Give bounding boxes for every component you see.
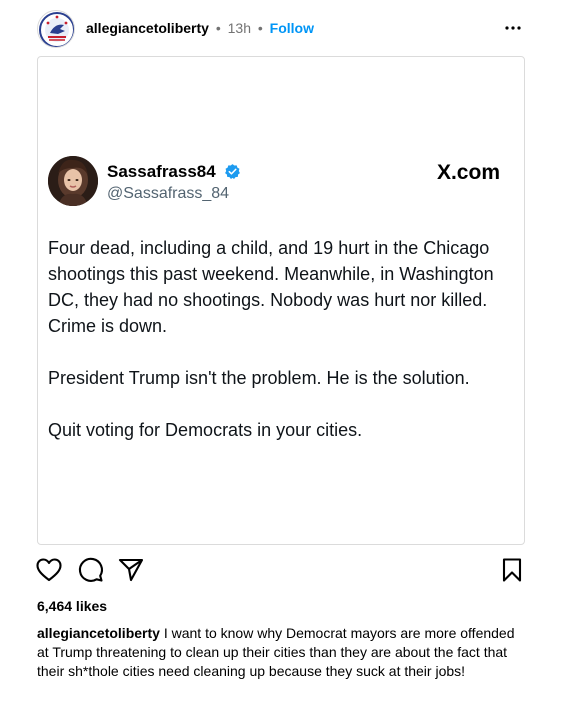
follow-button[interactable]: Follow: [270, 20, 314, 36]
author-username[interactable]: allegiancetoliberty: [86, 20, 209, 36]
separator-dot: •: [215, 20, 221, 36]
heart-icon[interactable]: [35, 556, 63, 584]
bookmark-icon[interactable]: [498, 556, 526, 584]
post-header: allegiancetoliberty • 13h • Follow: [0, 0, 562, 56]
action-bar: [0, 552, 562, 588]
tweet-paragraph: President Trump isn't the problem. He is…: [48, 368, 470, 388]
tweet-author-avatar: [48, 156, 98, 206]
header-text: allegiancetoliberty • 13h • Follow: [86, 19, 314, 37]
liberty-logo-icon: [39, 12, 74, 47]
tweet-paragraph: Quit voting for Democrats in your cities…: [48, 420, 363, 440]
tweet-handle: @Sassafrass_84: [107, 185, 230, 202]
author-photo-icon: [48, 156, 98, 206]
verified-badge-icon: [225, 164, 240, 179]
comment-icon[interactable]: [77, 556, 105, 584]
caption-username[interactable]: allegiancetoliberty: [37, 625, 160, 641]
tweet-body: Four dead, including a child, and 19 hur…: [48, 235, 516, 469]
separator-dot: •: [257, 20, 263, 36]
post-caption: allegiancetoliberty I want to know why D…: [37, 624, 525, 681]
more-options-icon[interactable]: [503, 18, 523, 38]
tweet-paragraph: Four dead, including a child, and 19 hur…: [48, 238, 494, 336]
source-label: X.com: [436, 161, 500, 184]
share-icon[interactable]: [117, 556, 145, 584]
post-time[interactable]: 13h: [228, 20, 251, 36]
post-media[interactable]: Sassafrass84 @Sassafrass_84 X.com Four d…: [37, 56, 525, 545]
like-count[interactable]: 6,464 likes: [37, 597, 107, 615]
profile-avatar[interactable]: [37, 10, 75, 48]
tweet-display-name: Sassafrass84: [107, 162, 216, 181]
